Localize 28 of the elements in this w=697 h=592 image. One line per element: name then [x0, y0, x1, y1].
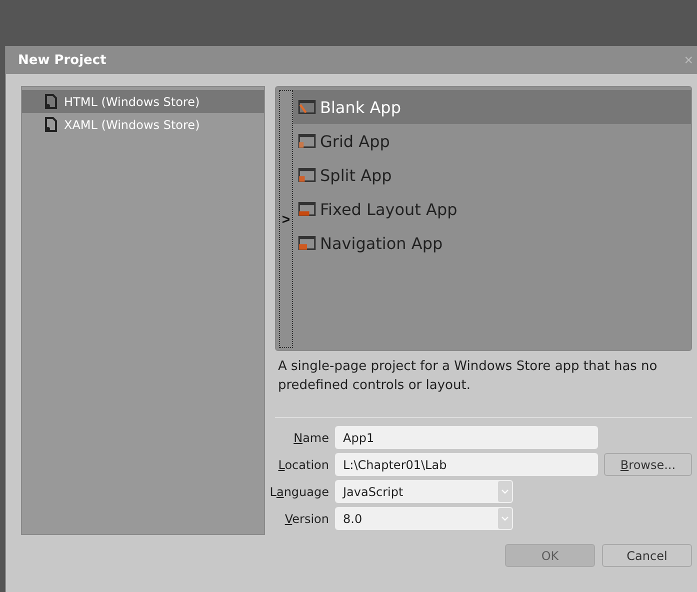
category-item[interactable]: XAML (Windows Store) [22, 113, 264, 136]
chevron-down-icon [501, 516, 509, 521]
window-title: New Project [18, 52, 106, 68]
app-template-icon [298, 235, 316, 251]
field-label: Version [284, 512, 329, 526]
field-label: Name [292, 430, 329, 444]
input-field[interactable]: L:\Chapter01\Lab [335, 453, 598, 476]
app-template-icon [298, 201, 316, 217]
template-item[interactable]: Blank App [293, 90, 691, 124]
template-item[interactable]: Fixed Layout App [293, 192, 691, 226]
document-icon [44, 94, 58, 109]
field-label: Language [269, 484, 329, 498]
template-item[interactable]: Grid App [293, 124, 691, 158]
category-item[interactable]: HTML (Windows Store) [22, 90, 264, 113]
input-field[interactable]: App1 [335, 426, 598, 449]
app-template-icon [298, 133, 316, 149]
app-template-icon [298, 99, 316, 115]
dropdown-field[interactable]: JavaScript [335, 480, 513, 503]
field-label: Location [277, 458, 329, 472]
template-description: A single-page project for a Windows Store app that has no predefined controls or layout. [277, 358, 658, 395]
app-template-icon [298, 167, 316, 183]
document-icon [44, 117, 58, 132]
template-item[interactable]: Split App [293, 158, 691, 192]
dialog-button[interactable]: Cancel [602, 544, 692, 567]
chevron-down-icon [501, 489, 509, 494]
dropdown-field[interactable]: 8.0 [335, 507, 513, 530]
template-item[interactable]: Navigation App [293, 226, 691, 260]
browse-button[interactable]: Browse... [604, 453, 692, 476]
